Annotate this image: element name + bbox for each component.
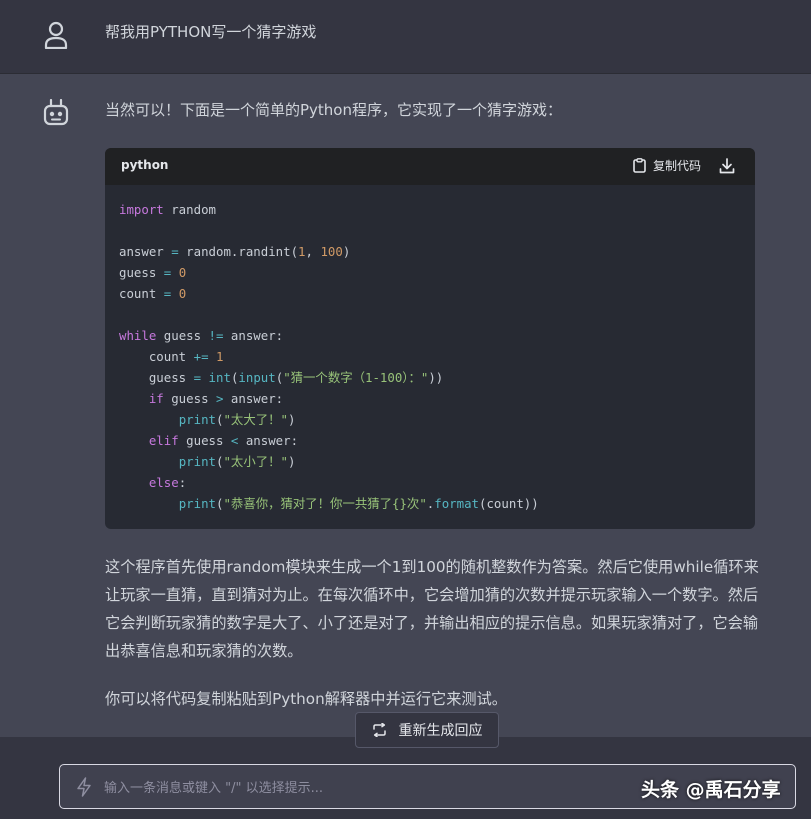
refresh-icon [372,723,386,737]
user-message-row: 帮我用PYTHON写一个猜字游戏 [0,0,811,74]
assistant-explanation: 这个程序首先使用random模块来生成一个1到100的随机整数作为答案。然后它使… [105,558,759,660]
watermark: 头条 @禹石分享 [641,779,781,801]
code-language-label: python [121,158,169,172]
lightning-icon[interactable] [76,777,92,797]
user-message-text: 帮我用PYTHON写一个猜字游戏 [105,23,317,41]
message-input[interactable] [102,773,626,803]
download-icon[interactable] [719,158,735,174]
code-block: python 复制代码 import random answer = rando… [105,148,755,529]
assistant-closing: 你可以将代码复制粘贴到Python解释器中并运行它来测试。 [105,690,507,708]
copy-code-button[interactable]: 复制代码 [633,157,701,174]
regenerate-label: 重新生成回应 [398,723,483,739]
regenerate-response-button[interactable]: 重新生成回应 [355,712,499,748]
assistant-intro: 当然可以！下面是一个简单的Python程序，它实现了一个猜字游戏： [105,101,562,119]
copy-code-label: 复制代码 [652,159,701,173]
code-content: import random answer = random.randint(1,… [119,202,539,511]
robot-icon [43,99,69,126]
user-icon [44,21,68,49]
code-block-header: python 复制代码 [105,148,755,185]
clipboard-icon [633,158,646,173]
